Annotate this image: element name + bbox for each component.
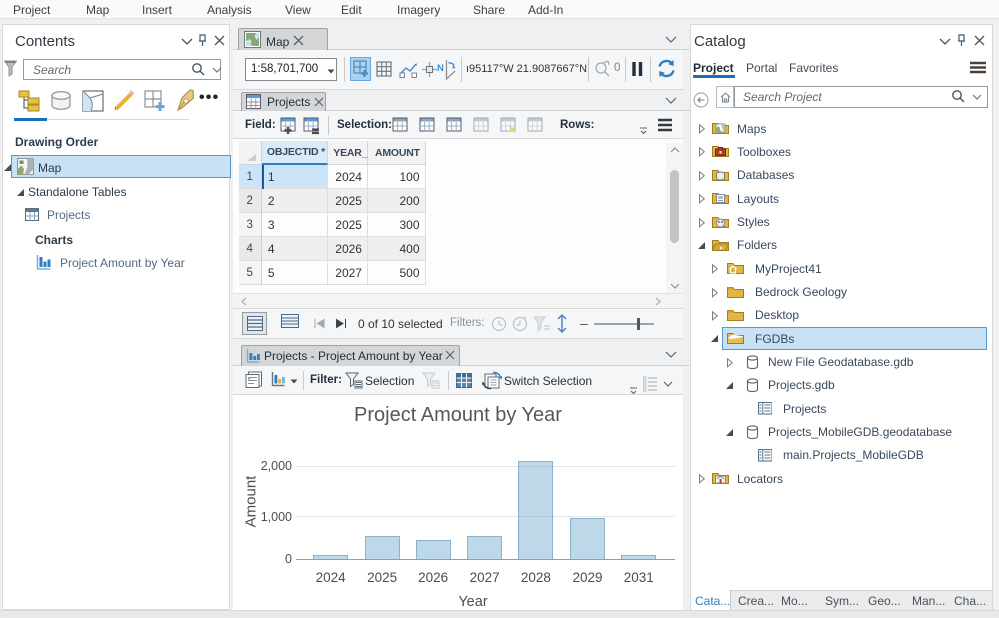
svg-text:N: N: [437, 63, 444, 74]
